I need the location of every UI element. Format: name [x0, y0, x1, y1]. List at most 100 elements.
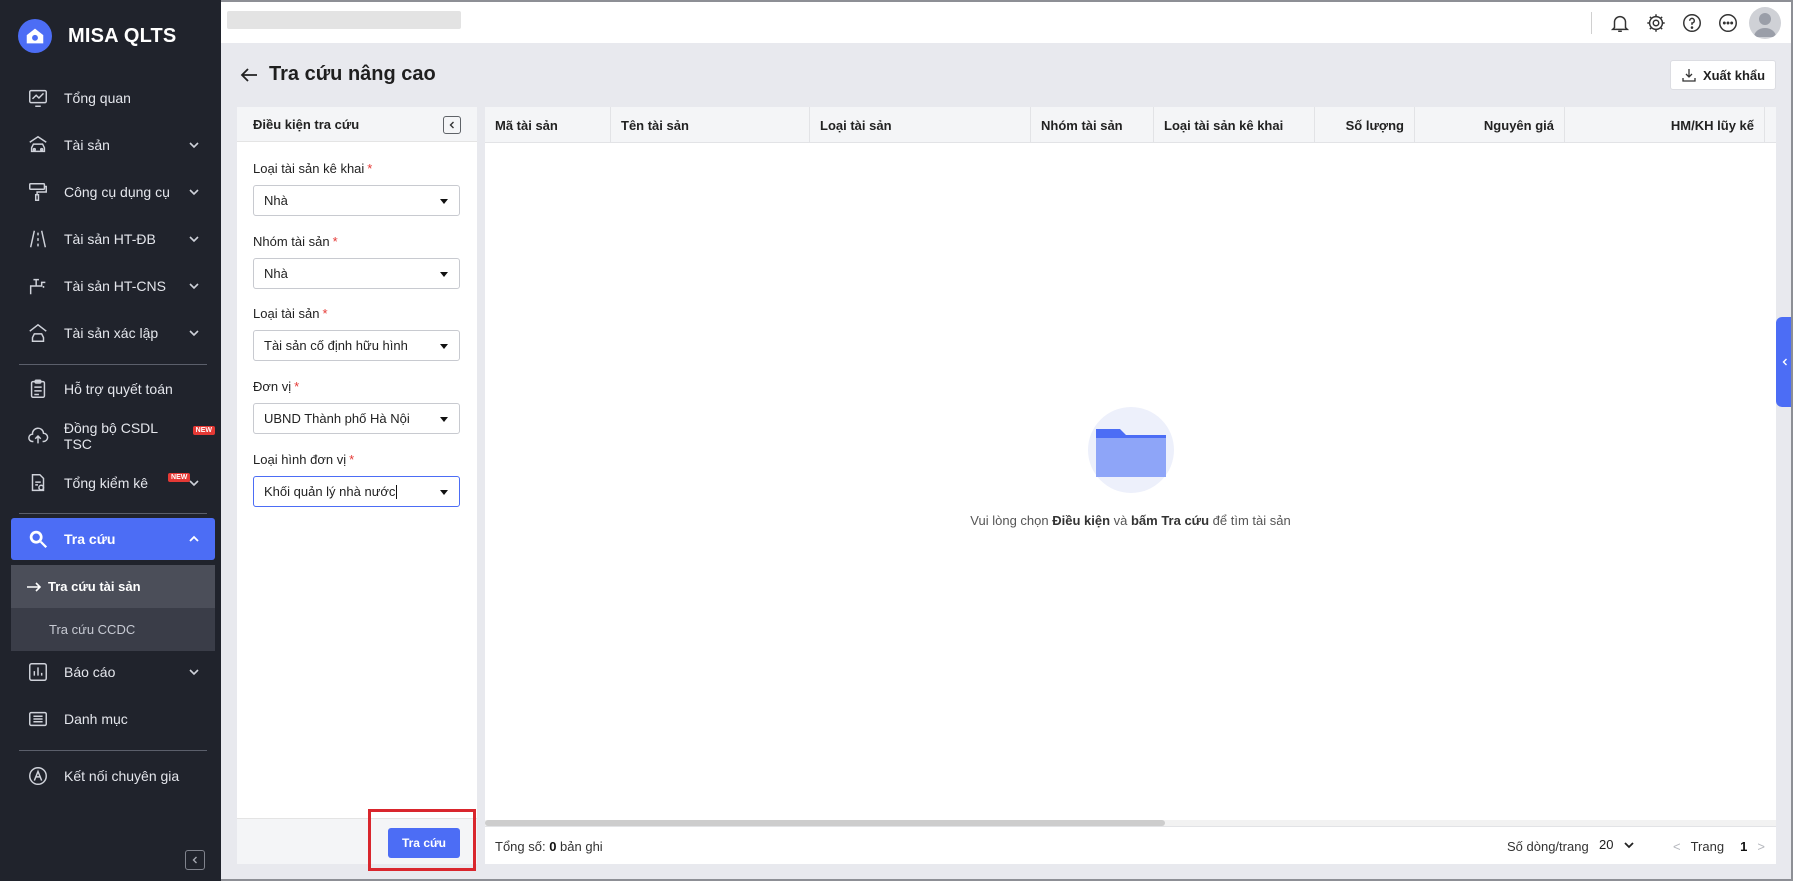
field-label-unit: Đơn vị * [253, 379, 300, 394]
filter-panel: Điều kiện tra cứu Loại tài sản kê khai * … [237, 107, 477, 864]
sidebar-item-established-assets[interactable]: Tài sản xác lập [11, 312, 215, 354]
cloud-upload-icon [26, 424, 50, 448]
caret-down-icon [440, 199, 448, 204]
page-label: Trang [1690, 839, 1725, 854]
chevron-down-icon [1624, 841, 1635, 848]
chevron-down-icon [189, 189, 199, 196]
export-button[interactable]: Xuất khẩu [1670, 60, 1776, 90]
chevron-left-icon [449, 121, 454, 129]
rows-per-page-select[interactable]: 20 [1599, 837, 1635, 852]
chevron-down-icon [189, 142, 199, 149]
column-header-declared-type[interactable]: Loại tài sản kê khai [1154, 107, 1315, 143]
column-header-quantity[interactable]: Số lượng [1315, 107, 1415, 143]
column-header-asset-group[interactable]: Nhóm tài sản [1031, 107, 1154, 143]
sidebar-item-reports[interactable]: Báo cáo [11, 651, 215, 693]
sidebar-item-catalog[interactable]: Danh mục [11, 698, 215, 740]
text-cursor [396, 484, 398, 499]
unit-type-select[interactable]: Khối quản lý nhà nước [253, 476, 460, 507]
collapse-filter-button[interactable] [443, 116, 461, 134]
download-icon [1682, 69, 1696, 82]
help-icon[interactable] [1680, 11, 1704, 35]
sidebar-item-lookup[interactable]: Tra cứu [11, 518, 215, 560]
list-icon [26, 707, 50, 731]
sidebar: MISA QLTS Tổng quan Tài sản Công cụ dụng… [0, 0, 221, 881]
sidebar-item-assets[interactable]: Tài sản [11, 124, 215, 166]
back-arrow-icon[interactable] [237, 63, 261, 87]
sidebar-item-road-assets[interactable]: Tài sản HT-ĐB [11, 218, 215, 260]
caret-down-icon [440, 344, 448, 349]
sidebar-item-water-assets[interactable]: Tài sản HT-CNS [11, 265, 215, 307]
current-page[interactable]: 1 [1740, 839, 1747, 854]
column-header-asset-code[interactable]: Mã tài sản [485, 107, 611, 143]
chevron-down-icon [189, 669, 199, 676]
prev-page-button[interactable]: < [1673, 839, 1681, 854]
column-header-original-cost[interactable]: Nguyên giá [1415, 107, 1565, 143]
caret-down-icon [440, 417, 448, 422]
new-badge: NEW [192, 425, 215, 435]
folder-icon [1087, 407, 1174, 493]
pagination: < Trang 1 > [1673, 839, 1765, 854]
bar-chart-icon [26, 660, 50, 684]
filter-panel-header: Điều kiện tra cứu [237, 107, 477, 142]
column-header-depreciation[interactable]: HM/KH lũy kế [1565, 107, 1765, 143]
sidebar-divider [19, 364, 207, 365]
page-title: Tra cứu nâng cao [269, 63, 436, 85]
top-bar [221, 0, 1793, 43]
field-label-asset-group: Nhóm tài sản * [253, 234, 338, 249]
filter-panel-title: Điều kiện tra cứu [253, 116, 360, 132]
search-icon [26, 527, 50, 551]
more-icon[interactable] [1716, 11, 1740, 35]
breadcrumb-placeholder [227, 11, 461, 29]
clipboard-icon [26, 377, 50, 401]
column-header-asset-name[interactable]: Tên tài sản [611, 107, 810, 143]
brand[interactable]: MISA QLTS [18, 19, 176, 53]
sidebar-divider [19, 750, 207, 751]
sidebar-collapse-button[interactable] [185, 850, 205, 870]
house-logo-icon [18, 19, 52, 53]
caret-down-icon [440, 490, 448, 495]
sidebar-item-tools[interactable]: Công cụ dụng cụ [11, 171, 215, 213]
chevron-down-icon [189, 283, 199, 290]
paint-roller-icon [26, 180, 50, 204]
arrow-right-icon [27, 581, 42, 592]
chevron-down-icon [189, 480, 199, 487]
asset-group-select[interactable]: Nhà [253, 258, 460, 289]
asset-type-select[interactable]: Tài sản cố định hữu hình [253, 330, 460, 361]
house-car-icon [26, 321, 50, 345]
rows-per-page-label: Số dòng/trang [1507, 839, 1589, 854]
bell-icon[interactable] [1608, 11, 1632, 35]
submenu-item-ccdc-lookup[interactable]: Tra cứu CCDC [11, 608, 215, 651]
declared-type-select[interactable]: Nhà [253, 185, 460, 216]
sidebar-item-sync[interactable]: Đồng bộ CSDL TSC NEW [11, 415, 215, 457]
field-label-unit-type: Loại hình đơn vị * [253, 452, 355, 467]
avatar[interactable] [1749, 7, 1781, 39]
submenu-item-asset-lookup[interactable]: Tra cứu tài sản [11, 565, 215, 608]
field-label-declared-type: Loại tài sản kê khai * [253, 161, 373, 176]
dashboard-icon [26, 86, 50, 110]
water-tap-icon [26, 274, 50, 298]
sidebar-item-settlement[interactable]: Hỗ trợ quyết toán [11, 368, 215, 410]
chevron-down-icon [189, 330, 199, 337]
car-house-icon [26, 133, 50, 157]
expert-icon [26, 764, 50, 788]
topbar-separator [1591, 12, 1592, 34]
field-label-asset-type: Loại tài sản * [253, 306, 328, 321]
results-table: Mã tài sản Tên tài sản Loại tài sản Nhóm… [485, 107, 1776, 864]
table-footer: Tổng số: 0 bản ghi Số dòng/trang 20 < Tr… [485, 826, 1776, 864]
empty-state-message: Vui lòng chọn Điều kiện và bấm Tra cứu đ… [970, 513, 1291, 528]
sidebar-item-overview[interactable]: Tổng quan [11, 77, 215, 119]
chevron-down-icon [189, 236, 199, 243]
empty-state: Vui lòng chọn Điều kiện và bấm Tra cứu đ… [485, 407, 1776, 528]
gear-icon[interactable] [1644, 11, 1668, 35]
total-records: Tổng số: 0 bản ghi [495, 839, 603, 854]
sidebar-item-inventory[interactable]: Tổng kiểm kê NEW [11, 462, 215, 504]
next-page-button[interactable]: > [1757, 839, 1765, 854]
chevron-left-icon [192, 856, 197, 864]
table-header: Mã tài sản Tên tài sản Loại tài sản Nhóm… [485, 107, 1776, 143]
column-header-asset-type[interactable]: Loại tài sản [810, 107, 1031, 143]
sidebar-divider [19, 513, 207, 514]
user-icon [1754, 13, 1776, 37]
chevron-left-icon [1782, 358, 1787, 366]
unit-select[interactable]: UBND Thành phố Hà Nội [253, 403, 460, 434]
sidebar-item-expert[interactable]: Kết nối chuyên gia [11, 755, 215, 797]
